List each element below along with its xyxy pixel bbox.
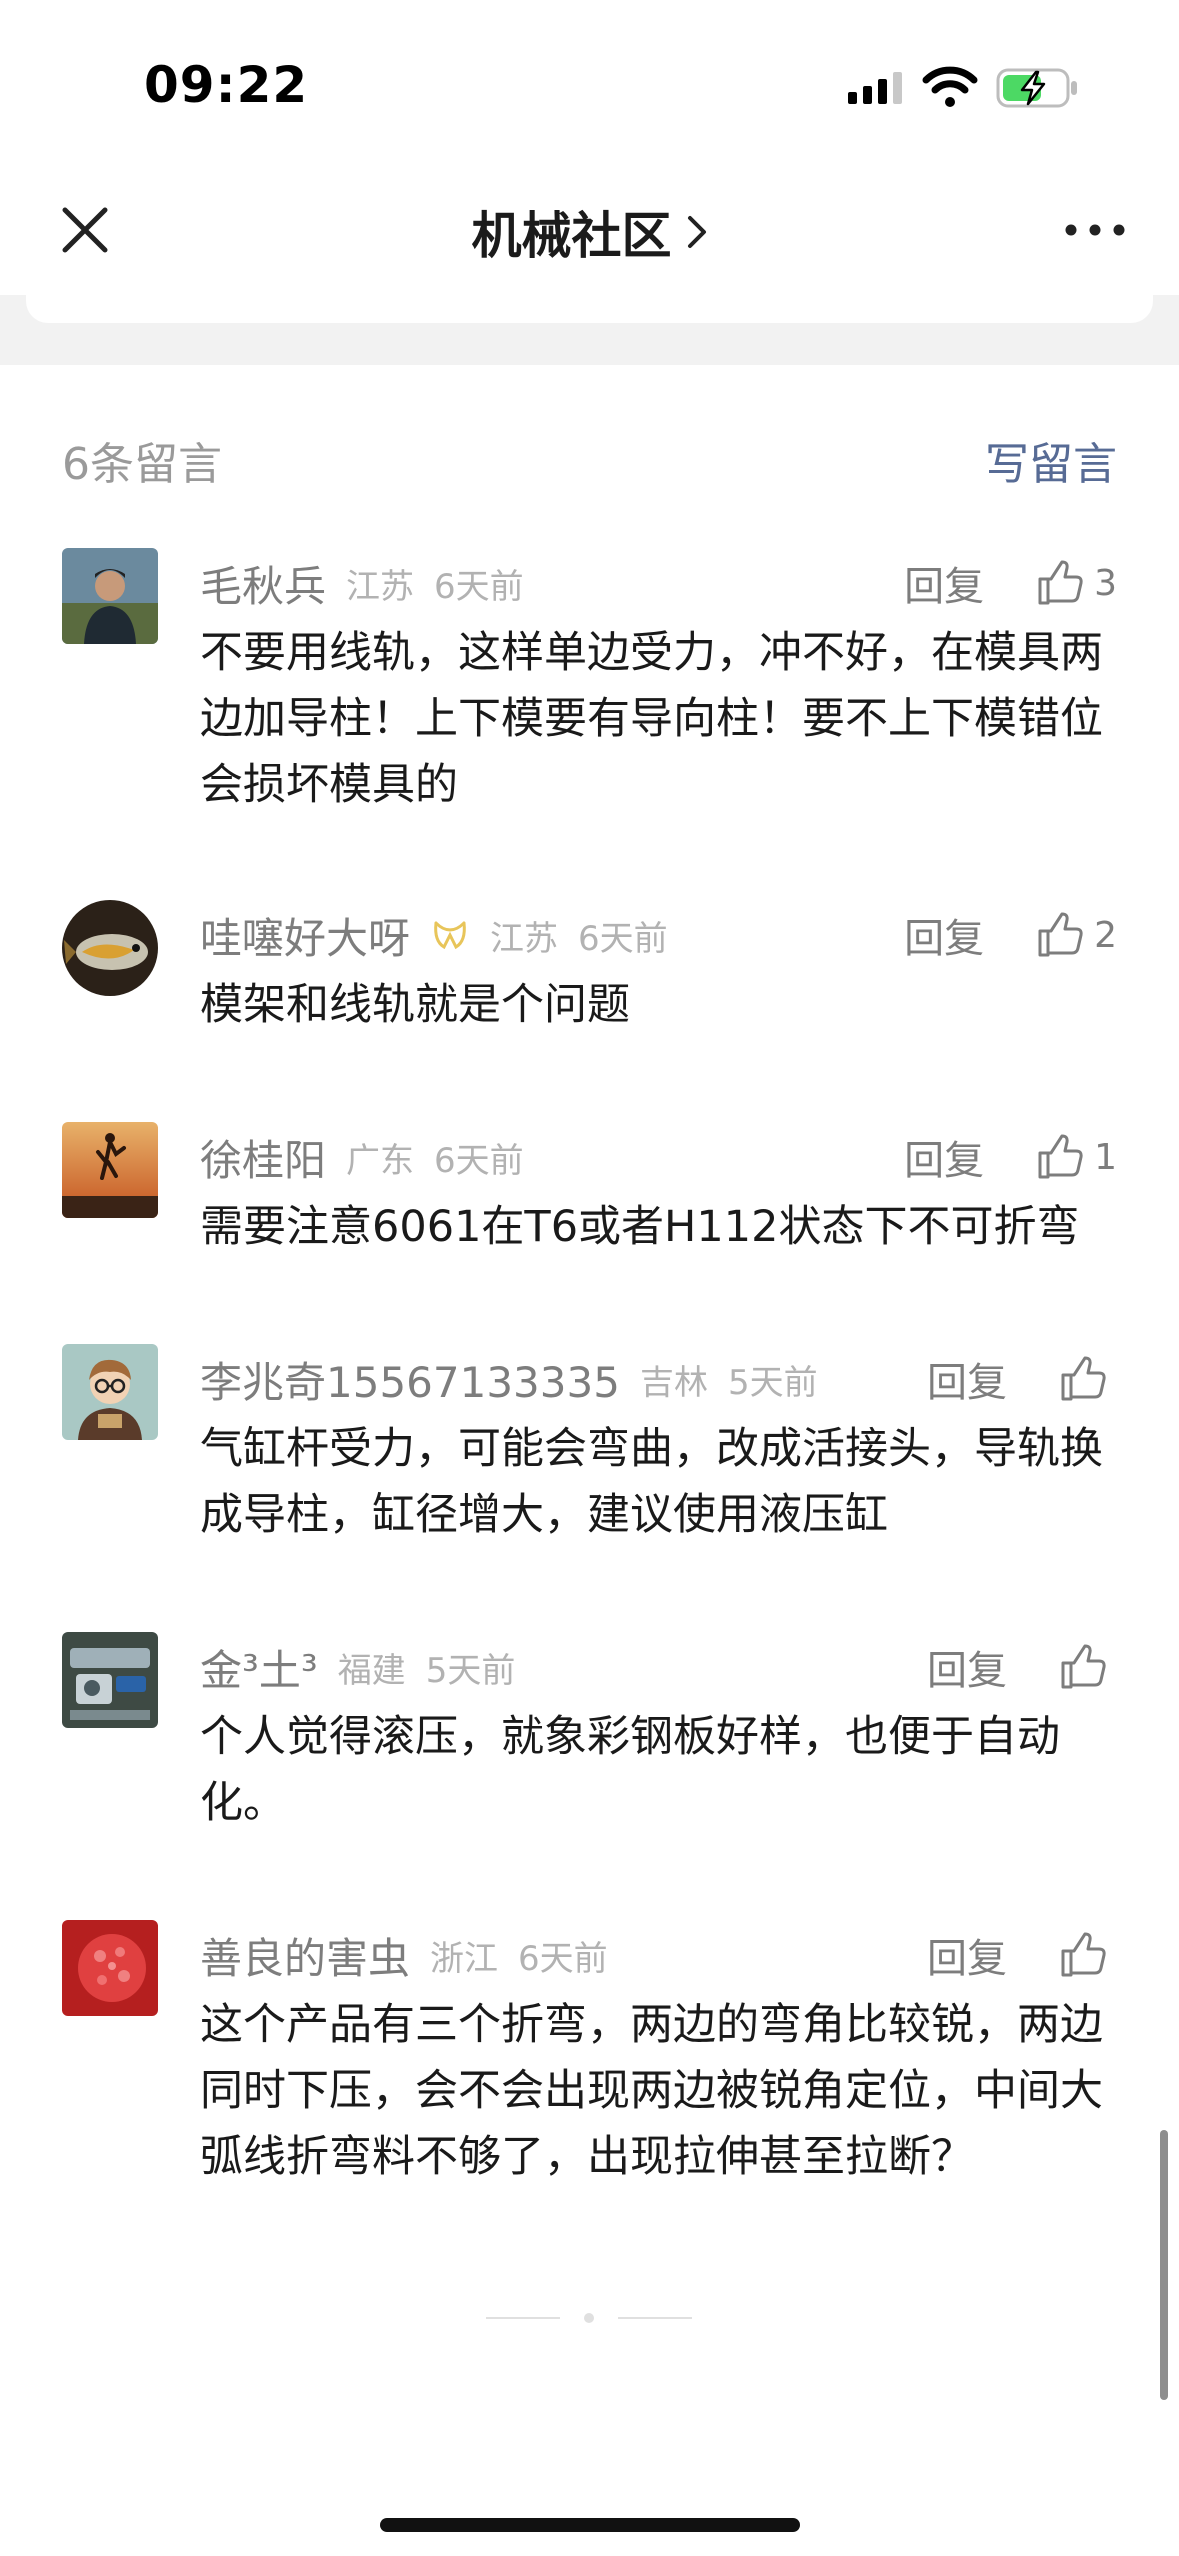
thumbs-up-icon [1061, 1356, 1106, 1401]
cellular-signal-icon [848, 72, 902, 104]
commenter-location: 江苏 [490, 918, 559, 959]
comments-header: 6条留言 写留言 [62, 420, 1117, 490]
thumbs-up-icon [1038, 1134, 1083, 1179]
nav-bar: 机械社区 [0, 170, 1179, 295]
home-indicator[interactable] [380, 2518, 800, 2532]
thumbs-up-icon [1061, 1644, 1106, 1689]
like-count: 1 [1094, 1136, 1117, 1178]
like-count: 2 [1094, 914, 1117, 956]
like-button[interactable] [1059, 1355, 1117, 1403]
comment-text: 需要注意6061在T6或者H112状态下不可折弯 [200, 1202, 1080, 1252]
red-fruit-photo-icon [62, 1920, 158, 2016]
section-separator [0, 295, 1179, 365]
user-avatar[interactable] [62, 1344, 158, 1440]
end-of-comments-divider [486, 2313, 692, 2323]
comment-time: 6天前 [578, 918, 668, 959]
reply-button[interactable]: 回复 [904, 554, 984, 612]
status-time: 09:22 [144, 56, 309, 114]
comment-time: 6天前 [434, 1140, 524, 1181]
user-avatar[interactable] [62, 548, 158, 644]
commenter-location: 福建 [337, 1650, 406, 1691]
comment-meta: 毛秋兵 江苏 6天前 [200, 548, 524, 618]
fish-photo-icon [62, 900, 158, 996]
user-avatar[interactable] [62, 1122, 158, 1218]
comment-actions: 回复 3 [904, 548, 1117, 618]
comment-text: 不要用线轨，这样单边受力，冲不好，在模具两边加导柱！上下模要有导向柱！要不上下模… [200, 628, 1103, 810]
user-avatar[interactable] [62, 1632, 158, 1728]
comment-count: 6条留言 [62, 439, 222, 490]
nav-title-area: 机械社区 [0, 196, 1179, 268]
commenter-name[interactable]: 哇噻好大呀 [200, 905, 410, 966]
reply-button[interactable]: 回复 [904, 906, 984, 964]
like-button[interactable]: 3 [1036, 559, 1117, 607]
person-photo-icon [62, 548, 158, 644]
write-comment-button[interactable]: 写留言 [985, 428, 1117, 492]
commenter-name[interactable]: 金³土³ [200, 1637, 318, 1698]
like-button[interactable]: 2 [1036, 911, 1117, 959]
comment-actions: 回复 [927, 1344, 1117, 1414]
user-avatar[interactable] [62, 900, 158, 996]
comment-time: 5天前 [727, 1362, 818, 1403]
machinery-photo-icon [62, 1632, 158, 1728]
reply-button[interactable]: 回复 [927, 1926, 1007, 1984]
chevron-right-icon [687, 216, 706, 248]
user-avatar[interactable] [62, 1920, 158, 2016]
status-bar: 09:22 [0, 0, 1179, 170]
comment-text: 个人觉得滚压，就象彩钢板好样，也便于自动化。 [200, 1712, 1060, 1828]
comment-actions: 回复 1 [904, 1122, 1117, 1192]
commenter-name[interactable]: 徐桂阳 [200, 1127, 326, 1188]
comment-meta: 徐桂阳 广东 6天前 [200, 1122, 524, 1192]
comment-actions: 回复 2 [904, 900, 1117, 970]
thumbs-up-icon [1038, 560, 1083, 605]
like-button[interactable] [1059, 1643, 1117, 1691]
comment-actions: 回复 [927, 1920, 1117, 1990]
comment-meta: 李兆奇15567133335 吉林 5天前 [200, 1344, 818, 1414]
scrollbar[interactable] [1160, 2130, 1168, 2400]
comment-meta: 哇噻好大呀 江苏 6天前 [200, 900, 668, 970]
more-icon[interactable] [1060, 205, 1130, 255]
commenter-name[interactable]: 善良的害虫 [200, 1925, 410, 1986]
commenter-location: 广东 [346, 1140, 415, 1181]
commenter-location: 江苏 [346, 566, 415, 607]
like-button[interactable]: 1 [1036, 1133, 1117, 1181]
reply-button[interactable]: 回复 [904, 1128, 984, 1186]
commenter-name[interactable]: 李兆奇15567133335 [200, 1349, 620, 1410]
article-card-bottom [26, 295, 1153, 323]
gold-ribbon-icon [434, 921, 466, 950]
commenter-name[interactable]: 毛秋兵 [200, 553, 326, 614]
wifi-icon [922, 66, 978, 107]
page-title: 机械社区 [471, 207, 672, 265]
commenter-location: 浙江 [430, 1938, 499, 1979]
like-button[interactable] [1059, 1931, 1117, 1979]
community-link[interactable]: 机械社区 [472, 196, 708, 268]
comment-time: 6天前 [518, 1938, 608, 1979]
battery-charging-icon [996, 68, 1077, 108]
reply-button[interactable]: 回复 [927, 1350, 1007, 1408]
reply-button[interactable]: 回复 [927, 1638, 1007, 1696]
comment-meta: 善良的害虫 浙江 6天前 [200, 1920, 608, 1990]
comment-actions: 回复 [927, 1632, 1117, 1702]
comment-text: 气缸杆受力，可能会弯曲，改成活接头，导轨换成导柱，缸径增大，建议使用液压缸 [200, 1424, 1103, 1540]
comment-meta: 金³土³ 福建 5天前 [200, 1632, 515, 1702]
comment-text: 这个产品有三个折弯，两边的弯角比较锐，两边同时下压，会不会出现两边被锐角定位，中… [200, 2000, 1103, 2182]
comment-text: 模架和线轨就是个问题 [200, 980, 630, 1030]
like-count: 3 [1094, 562, 1117, 604]
commenter-location: 吉林 [639, 1362, 708, 1403]
thumbs-up-icon [1038, 912, 1083, 957]
comment-time: 6天前 [434, 566, 524, 607]
cartoon-avatar-icon [62, 1344, 158, 1440]
comment-time: 5天前 [425, 1650, 516, 1691]
sunset-jump-photo-icon [62, 1122, 158, 1218]
thumbs-up-icon [1061, 1932, 1106, 1977]
